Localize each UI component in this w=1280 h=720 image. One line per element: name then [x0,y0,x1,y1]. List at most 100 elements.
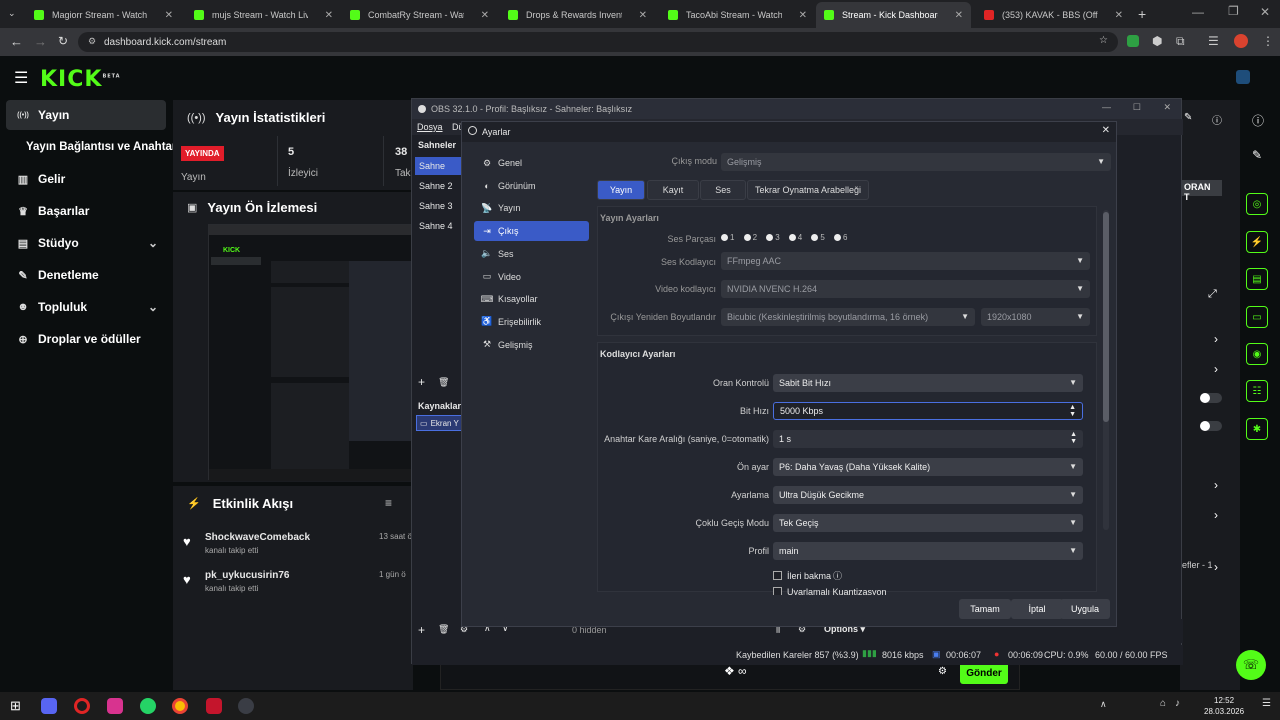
obs-maximize-icon[interactable]: ☐ [1133,102,1141,113]
clipboard-icon[interactable]: ▤ [1246,268,1268,290]
output-tab[interactable]: Yayın [597,180,645,200]
chrome-icon[interactable] [172,698,188,714]
filter-icon[interactable]: ≡ [385,496,392,510]
output-mode-select[interactable]: Gelişmiş ▼ [721,153,1111,171]
bolt-icon[interactable]: ⚡ [1246,231,1268,253]
tab-close-icon[interactable]: ✕ [325,10,333,21]
sidebar-item[interactable]: ▥ Gelir [6,164,166,194]
hamburger-menu-icon[interactable]: ☰ [14,68,28,88]
sidebar-item[interactable]: ▤ Stüdyo ⌄ [6,228,166,258]
volume-icon[interactable]: ♪ [1175,698,1180,709]
browser-tab[interactable]: mujs Stream - Watch Live o ✕ [186,4,341,26]
extension-shield-icon[interactable] [1127,35,1139,47]
extension-icon[interactable]: ⬢ [1152,34,1162,48]
sidebar-item[interactable]: ⊕ Droplar ve ödüller [6,324,166,354]
tab-close-icon[interactable]: ✕ [955,10,963,21]
minimize-window-icon[interactable]: — [1192,5,1204,19]
popout-icon[interactable]: ⤢ [1208,288,1217,301]
add-source-icon[interactable]: + [418,623,425,637]
toggle-switch-2[interactable] [1200,421,1222,431]
tab-close-icon[interactable]: ✕ [481,10,489,21]
tuning-select[interactable]: Ultra Düşük Gecikme ▼ [773,486,1083,504]
tab-list-icon[interactable]: ⌄ [8,8,16,19]
rescale-filter-select[interactable]: Bicubic (Keskinleştirilmiş boyutlandırma… [721,308,975,326]
help-icon[interactable]: ⓘ [833,569,842,582]
forward-icon[interactable]: → [34,34,47,49]
browser-tab[interactable]: Magiorr Stream - Watch Live ✕ [26,4,181,26]
browser-tab[interactable]: Stream - Kick Dashboard ✕ [816,2,971,28]
back-icon[interactable]: ← [10,34,23,49]
site-info-icon[interactable]: ⚙ [88,36,96,47]
clock-date[interactable]: 28.03.2026 [1204,707,1244,716]
output-tab[interactable]: Ses [700,180,746,200]
wrench-icon[interactable]: ✱ [1246,418,1268,440]
opera-icon[interactable] [74,698,90,714]
settings-nav-item[interactable]: ◐ Görünüm [474,176,589,196]
browser-tab[interactable]: Drops & Rewards Inventory - K ✕ [500,4,655,26]
bookmark-star-icon[interactable]: ☆ [1099,35,1108,46]
lookahead-checkbox-row[interactable]: İleri bakma ⓘ [773,569,842,582]
bitrate-input[interactable]: 5000 Kbps ▲ ▼ [773,402,1083,420]
audio-track-checkbox[interactable]: 4 [788,233,802,242]
sidebar-item[interactable]: Yayın Bağlantısı ve Anahtarı [6,132,180,162]
kick-logo[interactable]: KICKBETA [40,67,121,92]
obs-minimize-icon[interactable]: — [1102,102,1111,112]
tab-close-icon[interactable]: ✕ [1115,10,1123,21]
target-icon[interactable]: ◎ [1246,193,1268,215]
rate-control-select[interactable]: Sabit Bit Hızı ▼ [773,374,1083,392]
reload-icon[interactable]: ↻ [58,34,68,48]
video-encoder-select[interactable]: NVIDIA NVENC H.264 ▼ [721,280,1090,298]
settings-nav-item[interactable]: 🔈 Ses [474,244,589,264]
browser-tab[interactable]: TacoAbi Stream - Watch Live o ✕ [660,4,815,26]
info-circle-icon[interactable]: ⓘ [1252,112,1264,129]
obs-taskbar-icon[interactable] [238,698,254,714]
add-scene-icon[interactable]: + [418,375,425,389]
sidebar-item[interactable]: ☻ Topluluk ⌄ [6,292,166,322]
emote-icon[interactable]: ❖ [724,664,735,678]
audio-track-checkbox[interactable]: 3 [766,233,780,242]
output-tab[interactable]: Tekrar Oynatma Arabelleği [747,180,869,200]
chat-icon[interactable]: ▭ [1246,306,1268,328]
ok-button[interactable]: Tamam [959,599,1011,619]
tray-chevron-icon[interactable]: ∧ [1100,699,1107,710]
cancel-button[interactable]: İptal [1011,599,1063,619]
aq-checkbox-row[interactable]: Uyarlamalı Kuantizasyon [773,587,887,595]
output-tab[interactable]: Kayıt [647,180,699,200]
instagram-icon[interactable] [107,698,123,714]
right-chevron-3[interactable]: › [1214,478,1218,492]
close-window-icon[interactable]: ✕ [1260,5,1270,19]
new-tab-icon[interactable]: + [1138,6,1146,22]
reading-list-icon[interactable]: ☰ [1208,34,1219,48]
pencil-icon[interactable]: ✎ [1252,148,1262,162]
network-icon[interactable]: ⌂ [1160,698,1166,709]
delete-scene-icon[interactable]: 🗑 [438,377,449,388]
spin-arrows-icon[interactable]: ▲ ▼ [1069,404,1076,418]
settings-nav-item[interactable]: 📡 Yayın [474,198,589,218]
browser-tab[interactable]: (353) KAVAK - BBS (Official ✕ [976,4,1131,26]
scene-item[interactable]: Sahne 2 [415,177,463,195]
settings-nav-item[interactable]: ▭ Video [474,267,589,287]
scene-item[interactable]: Sahne [415,157,463,175]
sidebar-item[interactable]: ((•)) Yayın [6,100,166,130]
tab-close-icon[interactable]: ✕ [639,10,647,21]
whatsapp-icon[interactable] [140,698,156,714]
infinity-icon[interactable]: ∞ [738,664,747,678]
rescale-resolution-select[interactable]: 1920x1080 ▼ [981,308,1090,326]
windows-start-icon[interactable]: ⊞ [10,698,21,714]
preset-select[interactable]: P6: Daha Yavaş (Daha Yüksek Kalite) ▼ [773,458,1083,476]
right-chevron-1[interactable]: › [1214,332,1218,346]
apply-button[interactable]: Uygula [1060,599,1110,619]
activity-user[interactable]: ShockwaveComeback [205,532,310,543]
browser-tab[interactable]: CombatRy Stream - Watch ✕ [342,4,497,26]
profile-select[interactable]: main ▼ [773,542,1083,560]
spin-arrows-icon[interactable]: ▲ ▼ [1070,431,1077,445]
profile-avatar[interactable] [1234,34,1248,48]
activity-item[interactable]: ♥ pk_uykucusirin76 kanalı takip etti 1 gün … [183,570,411,604]
notification-icon[interactable]: ☰ [1262,698,1271,709]
keyframe-input[interactable]: 1 s ▲ ▼ [773,430,1083,448]
audio-encoder-select[interactable]: FFmpeg AAC ▼ [721,252,1090,270]
send-button[interactable]: Gönder [960,662,1008,684]
settings-nav-item[interactable]: ⚒ Gelişmiş [474,335,589,355]
source-item[interactable]: ▭ Ekran Y [416,415,464,431]
obs-close-icon[interactable]: ✕ [1163,102,1171,113]
